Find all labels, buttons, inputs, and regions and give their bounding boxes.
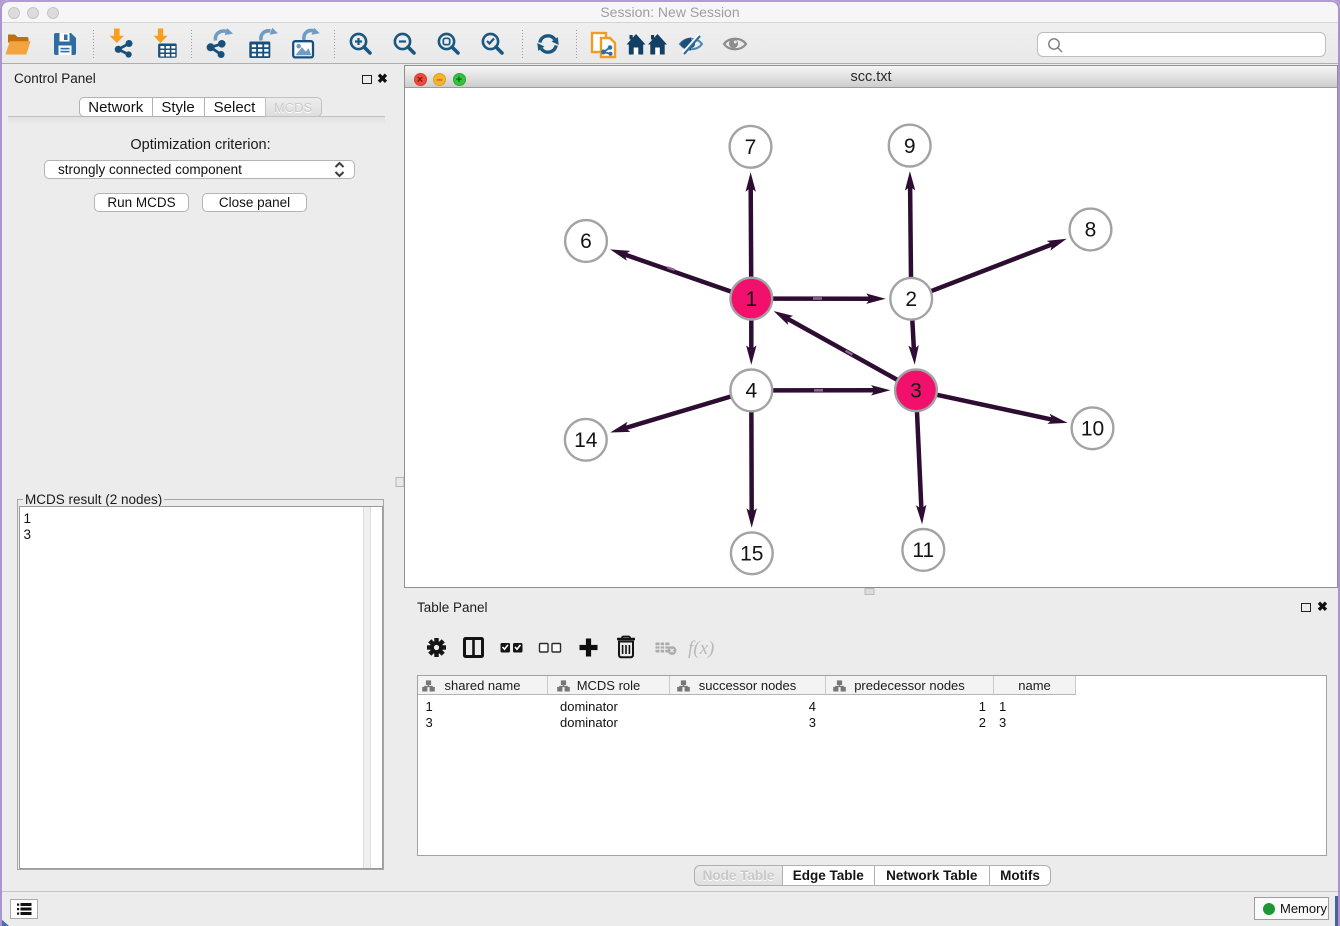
svg-text:6: 6 <box>580 230 592 253</box>
svg-text:3: 3 <box>910 380 922 403</box>
svg-text:14: 14 <box>574 429 598 452</box>
svg-text:8: 8 <box>1085 219 1097 242</box>
svg-text:9: 9 <box>904 135 916 158</box>
svg-text:15: 15 <box>740 543 763 566</box>
svg-text:2: 2 <box>905 288 917 311</box>
svg-text:11: 11 <box>912 539 934 562</box>
svg-text:f(x): f(x) <box>688 638 714 659</box>
svg-text:10: 10 <box>1081 418 1104 441</box>
svg-text:1: 1 <box>745 288 757 311</box>
svg-text:7: 7 <box>745 136 757 159</box>
svg-text:4: 4 <box>745 380 757 403</box>
